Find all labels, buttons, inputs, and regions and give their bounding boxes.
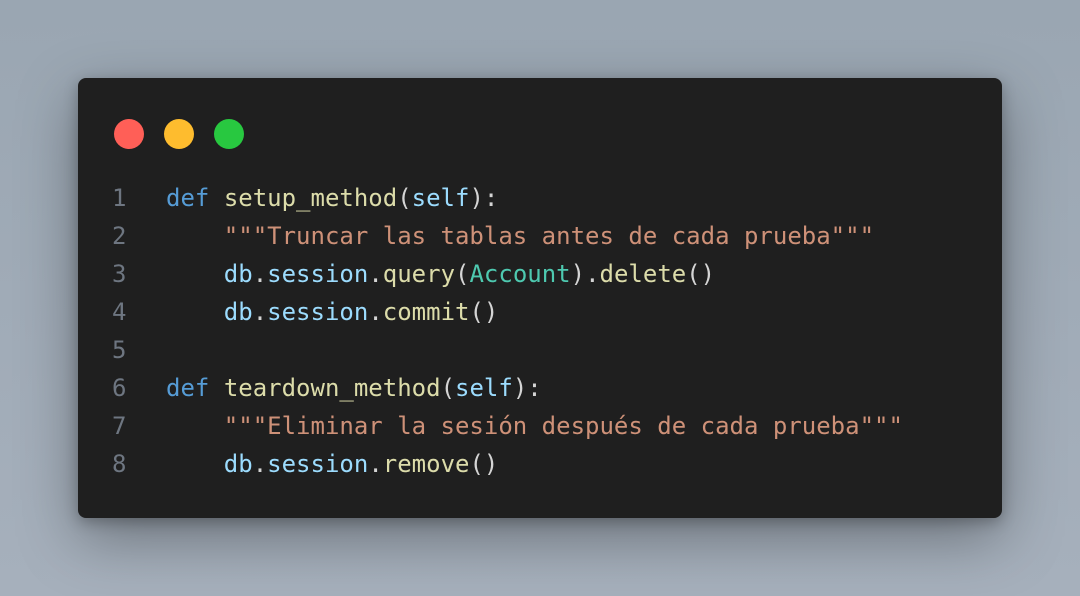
code-text: db.session.remove() [166, 445, 499, 483]
code-block: 1 def setup_method(self): 2 """Truncar las… [78, 179, 1002, 483]
code-token: () [469, 298, 499, 326]
code-token: ). [570, 260, 600, 288]
code-token: () [686, 260, 716, 288]
code-token: . [368, 298, 383, 326]
code-token: . [252, 450, 268, 478]
code-token: """Eliminar la sesión después de cada pr… [223, 412, 903, 440]
code-line: 8 db.session.remove() [78, 445, 1002, 483]
window-controls [114, 119, 244, 149]
code-token: query [382, 260, 456, 288]
code-token: ): [469, 184, 499, 212]
line-number: 7 [112, 412, 127, 440]
code-token: () [469, 450, 499, 478]
line-number: 2 [112, 222, 127, 250]
code-token: delete [599, 260, 687, 288]
code-text: def teardown_method(self): [166, 369, 542, 407]
code-token: db [223, 260, 253, 288]
minimize-dot-icon[interactable] [164, 119, 194, 149]
code-token: db [223, 298, 253, 326]
line-number: 3 [112, 260, 127, 288]
code-line: 1 def setup_method(self): [78, 179, 1002, 217]
code-token: ( [440, 374, 456, 402]
code-line: 3 db.session.query(Account).delete() [78, 255, 1002, 293]
maximize-dot-icon[interactable] [214, 119, 244, 149]
code-line: 2 """Truncar las tablas antes de cada pr… [78, 217, 1002, 255]
code-token: session [267, 298, 369, 326]
code-line: 7 """Eliminar la sesión después de cada … [78, 407, 1002, 445]
code-text: db.session.query(Account).delete() [166, 255, 715, 293]
code-token: setup_method [223, 184, 398, 212]
code-text: db.session.commit() [166, 293, 499, 331]
code-token: . [252, 260, 268, 288]
code-line: 5 [78, 331, 1002, 369]
code-token: ( [455, 260, 470, 288]
code-token: ): [512, 374, 542, 402]
code-token: Account [469, 260, 571, 288]
line-number: 8 [112, 450, 127, 478]
code-token: . [368, 450, 383, 478]
code-line: 4 db.session.commit() [78, 293, 1002, 331]
code-token: session [267, 450, 369, 478]
code-token: . [368, 260, 383, 288]
code-text: """Eliminar la sesión después de cada pr… [166, 407, 903, 445]
code-token: session [267, 260, 369, 288]
code-token: commit [382, 298, 470, 326]
code-token: . [252, 298, 268, 326]
line-number: 4 [112, 298, 127, 326]
code-text: def setup_method(self): [166, 179, 498, 217]
code-token: self [411, 184, 470, 212]
code-token: def [166, 374, 210, 402]
code-window: 1 def setup_method(self): 2 """Truncar las… [78, 78, 1002, 518]
line-number: 6 [112, 374, 127, 402]
code-token: remove [382, 450, 470, 478]
code-line: 6 def teardown_method(self): [78, 369, 1002, 407]
line-number: 5 [112, 336, 127, 364]
code-token: teardown_method [223, 374, 441, 402]
code-text: """Truncar las tablas antes de cada prue… [166, 217, 874, 255]
line-number: 1 [112, 184, 127, 212]
close-dot-icon[interactable] [114, 119, 144, 149]
code-token: def [166, 184, 210, 212]
code-token: self [455, 374, 513, 402]
code-token: ( [397, 184, 412, 212]
code-token: db [223, 450, 253, 478]
code-token: """Truncar las tablas antes de cada prue… [223, 222, 875, 250]
